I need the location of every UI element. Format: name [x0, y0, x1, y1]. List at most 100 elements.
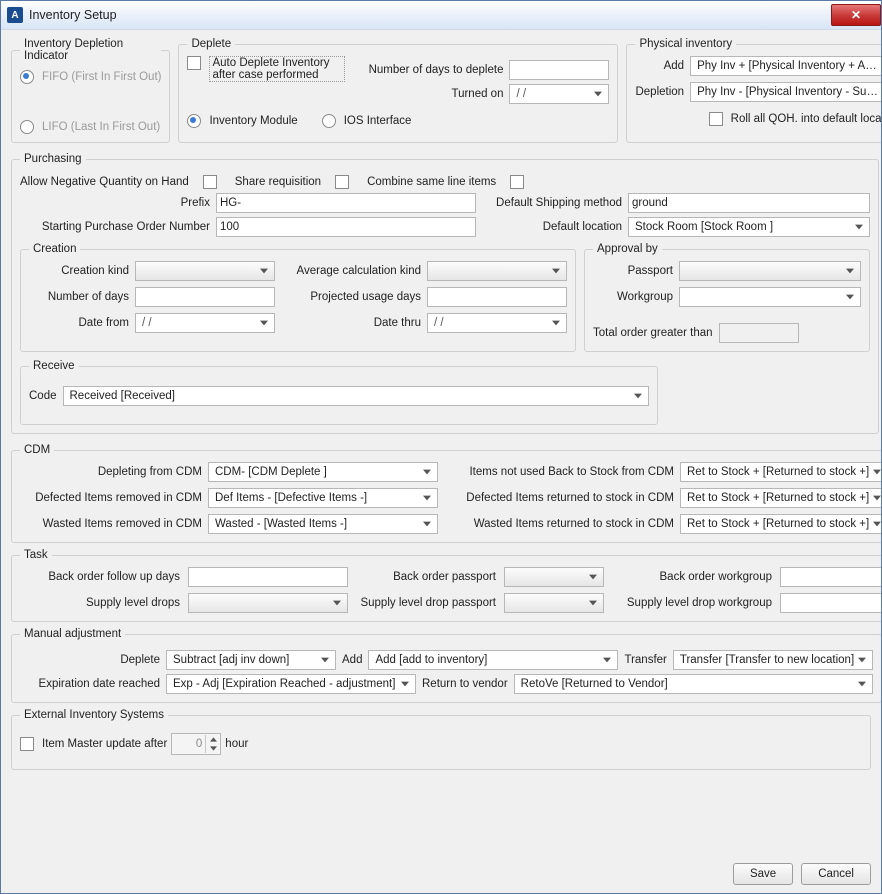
combo-cdm-back-to-stock[interactable]: Ret to Stock + [Returned to stock +] [680, 462, 881, 482]
combo-default-location[interactable]: Stock Room [Stock Room ] [628, 217, 870, 237]
legend-purchasing: Purchasing [20, 153, 86, 165]
chevron-up-icon[interactable] [206, 735, 220, 744]
combo-cdm-defective-returned[interactable]: Ret to Stock + [Returned to stock +] [680, 488, 881, 508]
radio-lifo[interactable]: LIFO (Last In First Out) [20, 120, 161, 134]
legend-deplete: Deplete [187, 38, 235, 50]
radio-inventory-module[interactable]: Inventory Module [187, 114, 297, 128]
date-turned-on[interactable]: / / [509, 84, 609, 104]
label-manual-deplete: Deplete [20, 654, 160, 666]
check-item-master[interactable] [20, 737, 34, 751]
chevron-down-icon [585, 569, 601, 585]
combo-avg-kind[interactable] [427, 261, 567, 281]
close-icon: ✕ [851, 8, 861, 22]
combo-sl-drops[interactable] [188, 593, 348, 613]
group-approval: Approval by Passport Workgroup Total ord… [584, 243, 870, 352]
label-cdm-defective-returned: Defected Items returned to stock in CDM [466, 492, 674, 504]
check-auto-deplete-label: Auto Deplete Inventory after case perfor… [209, 56, 345, 82]
combo-manual-add[interactable]: Add [add to inventory] [368, 650, 618, 670]
label-approval-workgroup: Workgroup [617, 291, 673, 303]
legend-depletion-indicator: Inventory Depletion Indicator [20, 38, 161, 62]
input-creation-days[interactable] [135, 287, 275, 307]
combo-manual-transfer[interactable]: Transfer [Transfer to new location] [673, 650, 873, 670]
label-default-location: Default location [482, 221, 622, 233]
label-cdm-wasted-returned: Wasted Items returned to stock in CDM [474, 518, 674, 530]
radio-ios-interface[interactable]: IOS Interface [322, 114, 412, 128]
chevron-down-icon [419, 490, 435, 506]
label-sl-drops: Supply level drops [86, 597, 180, 609]
check-combine-same[interactable] [510, 175, 524, 189]
input-proj-days[interactable] [427, 287, 567, 307]
close-button[interactable]: ✕ [831, 4, 881, 26]
spin-btns [205, 735, 220, 753]
chevron-down-icon [869, 516, 881, 532]
input-prefix[interactable] [216, 193, 476, 213]
radio-icon [20, 70, 34, 84]
label-proj-days: Projected usage days [310, 291, 421, 303]
window: A Inventory Setup ✕ Inventory Depletion … [0, 0, 882, 894]
save-button[interactable]: Save [733, 863, 793, 885]
spin-hours[interactable]: 0 [171, 733, 221, 755]
label-date-thru: Date thru [374, 317, 421, 329]
window-body: Inventory Depletion Indicator FIFO (Firs… [1, 30, 881, 857]
group-creation: Creation Creation kind Average calculati… [20, 243, 576, 352]
chevron-down-icon [869, 464, 881, 480]
check-roll-qoh[interactable]: Roll all QOH. into default location [635, 112, 881, 126]
combo-value: Ret to Stock + [Returned to stock +] [684, 466, 869, 478]
combo-bo-passport[interactable] [504, 567, 604, 587]
combo-phys-add[interactable]: Phy Inv + [Physical Inventory + Add] [690, 56, 881, 76]
input-ds-method[interactable] [628, 193, 870, 213]
combo-creation-kind[interactable] [135, 261, 275, 281]
check-share-req[interactable] [335, 175, 349, 189]
combo-bo-workgroup[interactable] [780, 567, 881, 587]
label-manual-rtv: Return to vendor [422, 678, 508, 690]
combo-value: Exp - Adj [Expiration Reached - adjustme… [170, 678, 397, 690]
check-auto-deplete-row[interactable]: Auto Deplete Inventory after case perfor… [187, 56, 347, 104]
cancel-button[interactable]: Cancel [801, 863, 871, 885]
input-total-greater[interactable] [719, 323, 799, 343]
combo-sl-passport[interactable] [504, 593, 604, 613]
combo-phys-depletion[interactable]: Phy Inv - [Physical Inventory - Subtract… [690, 82, 881, 102]
radio-fifo[interactable]: FIFO (First In First Out) [20, 70, 161, 84]
combo-cdm-wasted-returned[interactable]: Ret to Stock + [Returned to stock +] [680, 514, 881, 534]
input-num-days-deplete[interactable] [509, 60, 609, 80]
combo-receive-code[interactable]: Received [Received] [63, 386, 650, 406]
chevron-down-icon [842, 289, 858, 305]
chevron-down-icon [419, 464, 435, 480]
chevron-down-icon [590, 86, 606, 102]
combo-manual-expiration[interactable]: Exp - Adj [Expiration Reached - adjustme… [166, 674, 416, 694]
chevron-down-icon [630, 388, 646, 404]
check-allow-neg[interactable] [203, 175, 217, 189]
spin-hours-value: 0 [172, 738, 205, 750]
combo-sl-workgroup[interactable] [780, 593, 881, 613]
combo-cdm-wasted-removed[interactable]: Wasted - [Wasted Items -] [208, 514, 438, 534]
checkbox-icon [709, 112, 723, 126]
group-cdm: CDM Depleting from CDM CDM- [CDM Deplete… [11, 444, 881, 543]
date-from[interactable]: / / [135, 313, 275, 333]
legend-creation: Creation [29, 243, 80, 255]
group-purchasing: Purchasing Allow Negative Quantity on Ha… [11, 153, 879, 434]
combo-cdm-defective-removed[interactable]: Def Items - [Defective Items -] [208, 488, 438, 508]
combo-cdm-deplete[interactable]: CDM- [CDM Deplete ] [208, 462, 438, 482]
combo-default-location-value: Stock Room [Stock Room ] [632, 221, 851, 233]
app-icon: A [7, 7, 23, 23]
label-bo-days: Back order follow up days [48, 571, 180, 583]
date-turned-on-value: / / [513, 88, 590, 100]
radio-fifo-label: FIFO (First In First Out) [42, 71, 161, 83]
check-roll-qoh-label: Roll all QOH. into default location [731, 113, 881, 125]
combo-manual-deplete[interactable]: Subtract [adj inv down] [166, 650, 336, 670]
input-spon[interactable] [216, 217, 476, 237]
combo-value: CDM- [CDM Deplete ] [212, 466, 419, 478]
input-bo-days[interactable] [188, 567, 348, 587]
label-date-from: Date from [79, 317, 130, 329]
combo-approval-passport[interactable] [679, 261, 861, 281]
chevron-down-icon [854, 652, 870, 668]
label-ds-method: Default Shipping method [482, 197, 622, 209]
date-thru[interactable]: / / [427, 313, 567, 333]
label-phys-depletion: Depletion [635, 86, 684, 98]
label-bo-passport: Back order passport [393, 571, 496, 583]
chevron-down-icon[interactable] [206, 744, 220, 753]
label-turned-on: Turned on [353, 88, 503, 100]
combo-approval-workgroup[interactable] [679, 287, 861, 307]
combo-manual-rtv[interactable]: RetoVe [Returned to Vendor] [514, 674, 873, 694]
label-phys-add: Add [664, 60, 684, 72]
